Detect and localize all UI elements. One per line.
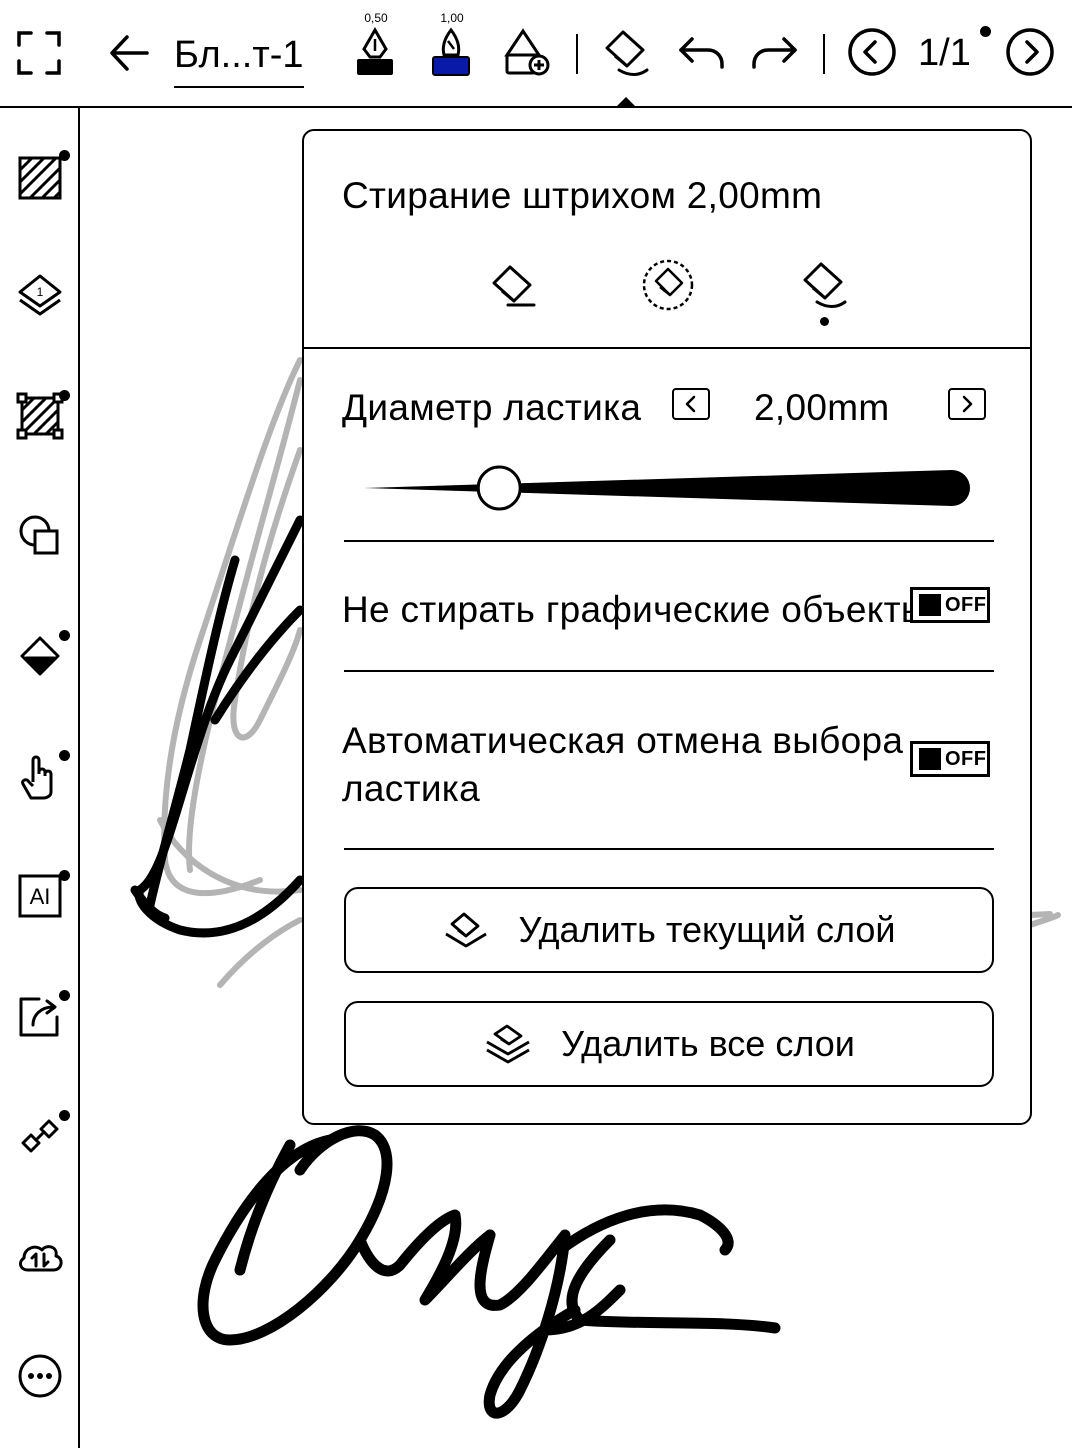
page-indicator: 1/1: [918, 32, 971, 74]
pen2-size-label: 1,00: [440, 11, 464, 25]
top-toolbar: Бл...т-1 0,50 1,00 1/1: [0, 0, 1072, 108]
marker-pen-icon[interactable]: [426, 26, 476, 78]
svg-text:1: 1: [37, 285, 44, 299]
diameter-label: Диаметр ластика: [342, 387, 642, 428]
panel-divider: [344, 670, 994, 672]
panel-divider: [344, 540, 994, 542]
ai-dot: [59, 870, 70, 881]
left-sidebar: 1 AI: [0, 108, 80, 1448]
toolbar-divider: [576, 34, 578, 74]
delete-current-layer-button[interactable]: Удалить текущий слой: [344, 887, 994, 973]
toggle-state: OFF: [945, 747, 987, 770]
document-title-text: Бл...т-1: [174, 34, 304, 76]
toggle-state: OFF: [945, 593, 987, 616]
layers-eraser-icon: [486, 1024, 530, 1064]
touch-dot: [59, 750, 70, 761]
eraser-settings-panel: Стирание штрихом 2,00mm Диаметр ластика …: [302, 129, 1032, 1125]
toggle-knob: [919, 748, 941, 770]
keep-graphics-toggle[interactable]: OFF: [910, 587, 990, 623]
document-title[interactable]: Бл...т-1: [174, 30, 304, 88]
pen1-size-label: 0,50: [364, 11, 388, 25]
eraser-mode-standard-icon[interactable]: [484, 259, 540, 313]
template-dot: [59, 150, 70, 161]
selected-mode-dot: [820, 317, 829, 326]
prev-page-icon[interactable]: [846, 26, 898, 78]
panel-caret: [616, 97, 636, 107]
panel-divider: [344, 848, 994, 850]
fountain-pen-icon[interactable]: [350, 26, 400, 78]
toggle-knob: [919, 594, 941, 616]
eraser-mode-stroke-icon[interactable]: [796, 257, 852, 313]
toolbar-divider: [823, 34, 825, 74]
diameter-value: 2,00mm: [754, 387, 890, 428]
fill-dot: [59, 630, 70, 641]
option-keep-graphics-label: Не стирать графические объекты: [342, 589, 928, 630]
eraser-mode-heading: Стирание штрихом 2,00mm: [342, 175, 823, 216]
link-dot: [59, 1110, 70, 1121]
delete-all-layers-button[interactable]: Удалить все слои: [344, 1001, 994, 1087]
layers-icon[interactable]: 1: [10, 266, 70, 326]
diameter-increase-button[interactable]: [948, 388, 986, 420]
diameter-slider[interactable]: [364, 465, 972, 511]
undo-icon[interactable]: [674, 30, 728, 76]
lasso-dot: [59, 390, 70, 401]
diameter-decrease-button[interactable]: [672, 388, 710, 420]
eraser-mode-area-icon[interactable]: [640, 257, 696, 313]
back-arrow-icon[interactable]: [104, 28, 154, 78]
layer-eraser-icon: [445, 912, 488, 948]
more-options-icon[interactable]: [10, 1346, 70, 1406]
chevron-left-icon: [685, 395, 696, 413]
fullscreen-icon[interactable]: [12, 26, 66, 80]
eraser-icon[interactable]: [598, 26, 654, 80]
svg-text:AI: AI: [30, 884, 51, 909]
auto-deselect-toggle[interactable]: OFF: [910, 741, 990, 777]
delete-all-layers-label: Удалить все слои: [561, 1023, 855, 1064]
option-auto-deselect-label: Автоматическая отмена выбора ластика: [342, 720, 904, 809]
slider-track: [364, 470, 970, 506]
slider-knob[interactable]: [476, 465, 522, 511]
shapes-icon[interactable]: [10, 506, 70, 566]
shape-add-icon[interactable]: [500, 26, 554, 78]
next-page-icon[interactable]: [1004, 26, 1056, 78]
delete-current-layer-label: Удалить текущий слой: [518, 909, 896, 950]
chevron-right-icon: [962, 395, 973, 413]
share-dot: [59, 990, 70, 1001]
panel-divider: [304, 347, 1030, 349]
cloud-sync-icon[interactable]: [10, 1226, 70, 1286]
page-indicator-dot: [980, 26, 991, 37]
redo-icon[interactable]: [748, 30, 802, 76]
